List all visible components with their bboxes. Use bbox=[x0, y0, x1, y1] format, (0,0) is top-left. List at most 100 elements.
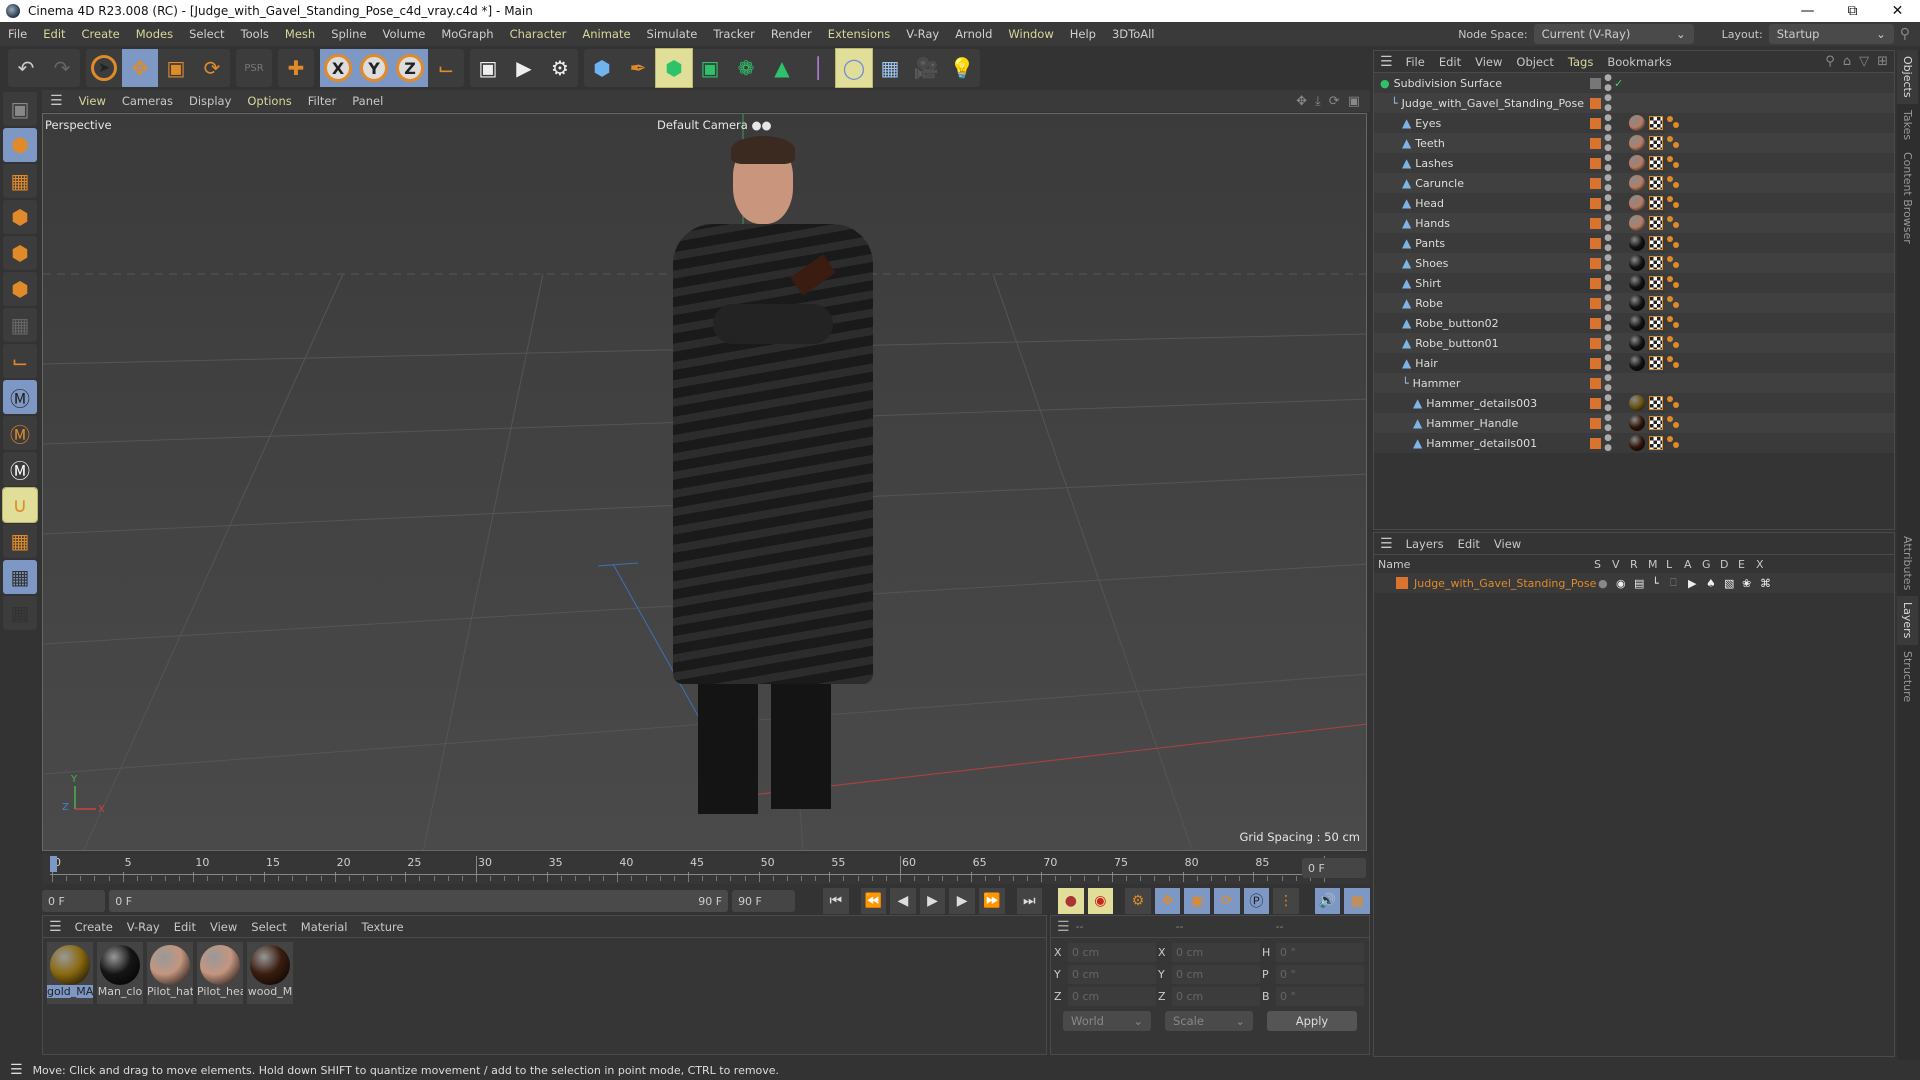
key-position-icon[interactable]: ✥ bbox=[1154, 888, 1181, 914]
material-menu-view[interactable]: View bbox=[203, 920, 244, 934]
x-axis-icon[interactable]: X bbox=[320, 49, 356, 87]
visibility-dots-toggle[interactable]: ●● bbox=[1603, 333, 1613, 353]
position-y-field[interactable]: 0 cm bbox=[1068, 964, 1156, 984]
mograph-cloner-icon[interactable]: ❁ bbox=[728, 49, 764, 87]
visibility-dots-toggle[interactable]: ●● bbox=[1603, 173, 1613, 193]
visibility-dots-toggle[interactable]: ●● bbox=[1603, 233, 1613, 253]
start-frame-field[interactable]: 0 F bbox=[42, 890, 106, 912]
orbit-view-icon[interactable]: ⟳ bbox=[1329, 94, 1340, 109]
playhead[interactable] bbox=[50, 856, 57, 872]
workplane-snap-icon[interactable]: Ⓜ bbox=[3, 452, 37, 486]
floor-icon[interactable]: ▦ bbox=[872, 49, 908, 87]
model-mode-icon[interactable]: ▣ bbox=[3, 92, 37, 126]
visibility-dots-toggle[interactable]: ●● bbox=[1603, 73, 1613, 93]
layer-color-swatch[interactable] bbox=[1590, 137, 1601, 149]
material-tag-icon[interactable] bbox=[1629, 235, 1645, 251]
axis-mode-icon[interactable]: ⌙ bbox=[3, 344, 37, 378]
menu-extensions[interactable]: Extensions bbox=[820, 27, 898, 41]
material-menu-v-ray[interactable]: V-Ray bbox=[120, 920, 167, 934]
object-row[interactable]: ● Subdivision Surface ✓ ●● bbox=[1374, 73, 1894, 93]
extrude-icon[interactable]: ▣ bbox=[692, 49, 728, 87]
object-row[interactable]: ▲ Robe_button01 ●● bbox=[1374, 333, 1894, 353]
menu-tools[interactable]: Tools bbox=[233, 27, 277, 41]
edge-mode-icon[interactable]: ⬢ bbox=[3, 236, 37, 270]
material-tag-icon[interactable] bbox=[1629, 435, 1645, 451]
side-tab-objects[interactable]: Objects bbox=[1897, 50, 1918, 104]
layer-color-swatch[interactable] bbox=[1590, 417, 1601, 429]
material-swatch[interactable]: Pilot_hat bbox=[147, 942, 193, 1004]
select-cursor-icon[interactable]: ➤ bbox=[86, 49, 122, 87]
solo-icon[interactable]: ● bbox=[1598, 577, 1616, 590]
uvw-tag-icon[interactable] bbox=[1649, 416, 1663, 430]
snap-settings-icon[interactable]: Ⓜ bbox=[3, 416, 37, 450]
y-axis-icon[interactable]: Y bbox=[356, 49, 392, 87]
visibility-dots-toggle[interactable]: ●● bbox=[1603, 253, 1613, 273]
light-icon[interactable]: 💡 bbox=[944, 49, 980, 87]
side-tab-content-browser[interactable]: Content Browser bbox=[1897, 146, 1918, 250]
hamburger-menu-icon[interactable]: ☰ bbox=[1374, 54, 1399, 70]
visibility-dots-toggle[interactable]: ●● bbox=[1603, 293, 1613, 313]
visibility-dots-toggle[interactable]: ●● bbox=[1603, 353, 1613, 373]
search-icon[interactable]: ⚲ bbox=[1900, 26, 1910, 42]
render-settings-icon[interactable]: ⚙ bbox=[542, 49, 578, 87]
viewport-menu-options[interactable]: Options bbox=[239, 94, 299, 108]
uvw-tag-icon[interactable] bbox=[1649, 216, 1663, 230]
rotate-icon[interactable]: ⟳ bbox=[194, 49, 230, 87]
timeline-ruler[interactable]: 051015202530354045505560657075808590 0 F bbox=[42, 854, 1370, 884]
search-icon[interactable]: ⚲ bbox=[1825, 54, 1835, 69]
material-swatch[interactable]: Pilot_hea bbox=[197, 942, 243, 1004]
autokey-icon[interactable]: ◉ bbox=[1087, 888, 1114, 914]
layer-row[interactable]: Judge_with_Gavel_Standing_Pose ● ◉ ▤ └ ⎕ ▶ ♠ ▧ ❀ ⌘ bbox=[1374, 573, 1894, 593]
object-row[interactable]: ▲ Hands ●● bbox=[1374, 213, 1894, 233]
material-menu-edit[interactable]: Edit bbox=[167, 920, 203, 934]
phong-tag-icon[interactable] bbox=[1667, 356, 1681, 370]
menu-3dtoall[interactable]: 3DToAll bbox=[1104, 27, 1163, 41]
pen-icon[interactable]: ✒ bbox=[620, 49, 656, 87]
object-menu-object[interactable]: Object bbox=[1509, 55, 1560, 69]
phong-tag-icon[interactable] bbox=[1667, 316, 1681, 330]
menu-file[interactable]: File bbox=[0, 27, 35, 41]
menu-mesh[interactable]: Mesh bbox=[277, 27, 323, 41]
hamburger-menu-icon[interactable]: ☰ bbox=[1051, 919, 1076, 935]
material-tag-icon[interactable] bbox=[1629, 255, 1645, 271]
object-row[interactable]: ▲ Shirt ●● bbox=[1374, 273, 1894, 293]
phong-tag-icon[interactable] bbox=[1667, 176, 1681, 190]
node-space-dropdown[interactable]: Current (V-Ray) ⌄ bbox=[1533, 24, 1694, 44]
dolly-view-icon[interactable]: ⤓ bbox=[1315, 94, 1321, 109]
camera-icon[interactable]: 🎥 bbox=[908, 49, 944, 87]
world-axis-move-icon[interactable]: ✚ bbox=[278, 49, 314, 87]
phong-tag-icon[interactable] bbox=[1667, 256, 1681, 270]
key-pla-icon[interactable]: ⋮ bbox=[1273, 888, 1299, 914]
uv-mode-icon[interactable]: ▦ bbox=[3, 308, 37, 342]
material-tag-icon[interactable] bbox=[1629, 275, 1645, 291]
menu-arnold[interactable]: Arnold bbox=[947, 27, 1000, 41]
cube-icon[interactable]: ⬢ bbox=[584, 49, 620, 87]
layer-color-swatch[interactable] bbox=[1590, 117, 1601, 129]
menu-mograph[interactable]: MoGraph bbox=[433, 27, 501, 41]
layer-color-swatch[interactable] bbox=[1590, 157, 1601, 169]
material-tag-icon[interactable] bbox=[1629, 215, 1645, 231]
layer-color-swatch[interactable] bbox=[1590, 277, 1601, 289]
layer-color-swatch[interactable] bbox=[1590, 337, 1601, 349]
key-rotation-icon[interactable]: ⟳ bbox=[1213, 888, 1240, 914]
layer-color-swatch[interactable] bbox=[1590, 257, 1601, 269]
uvw-tag-icon[interactable] bbox=[1649, 176, 1663, 190]
previous-key-icon[interactable]: ⏪ bbox=[860, 888, 887, 914]
material-menu-create[interactable]: Create bbox=[68, 920, 120, 934]
polygon-mode-icon[interactable]: ⬢ bbox=[3, 272, 37, 306]
material-tag-icon[interactable] bbox=[1629, 195, 1645, 211]
menu-tracker[interactable]: Tracker bbox=[705, 27, 763, 41]
visibility-dots-toggle[interactable]: ●● bbox=[1603, 213, 1613, 233]
layer-color-swatch[interactable] bbox=[1590, 197, 1601, 209]
viewport-menu-panel[interactable]: Panel bbox=[344, 94, 391, 108]
next-key-icon[interactable]: ⏩ bbox=[978, 888, 1005, 914]
redo-icon[interactable]: ↷ bbox=[44, 49, 80, 87]
layer-menu-edit[interactable]: Edit bbox=[1451, 537, 1487, 551]
uvw-tag-icon[interactable] bbox=[1649, 136, 1663, 150]
object-row[interactable]: ▲ Hammer_details001 ●● bbox=[1374, 433, 1894, 453]
side-tab-attributes[interactable]: Attributes bbox=[1897, 530, 1918, 596]
uvw-tag-icon[interactable] bbox=[1649, 316, 1663, 330]
object-row[interactable]: ▲ Robe_button02 ●● bbox=[1374, 313, 1894, 333]
workplane-icon[interactable]: ▦ bbox=[3, 524, 37, 558]
position-z-field[interactable]: 0 cm bbox=[1068, 986, 1156, 1006]
